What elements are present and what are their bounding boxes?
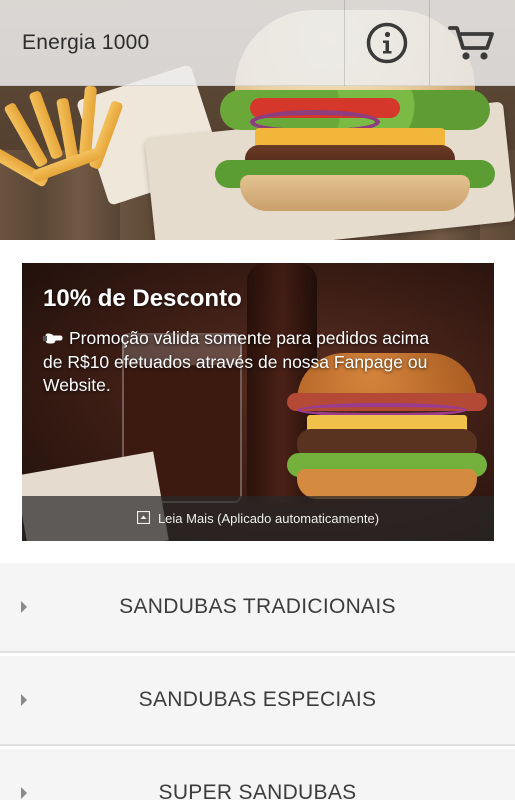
read-more-label: Leia Mais (Aplicado automaticamente) xyxy=(157,511,380,526)
fries xyxy=(0,85,140,200)
category-sandubas-tradicionais[interactable]: SANDUBAS TRADICIONAIS xyxy=(0,563,515,653)
expand-icon xyxy=(136,510,151,527)
category-super-sandubas[interactable]: SUPER SANDUBAS xyxy=(0,749,515,800)
category-list: SANDUBAS TRADICIONAIS SANDUBAS ESPECIAIS… xyxy=(0,563,515,800)
info-icon xyxy=(366,22,408,64)
read-more-button[interactable]: Leia Mais (Aplicado automaticamente) xyxy=(22,496,494,541)
category-sandubas-especiais[interactable]: SANDUBAS ESPECIAIS xyxy=(0,656,515,746)
category-label: SANDUBAS TRADICIONAIS xyxy=(119,595,396,618)
promo-title: 10% de Desconto xyxy=(43,285,242,312)
app-bar: Energia 1000 xyxy=(0,0,515,86)
app-title: Energia 1000 xyxy=(22,31,150,54)
promo-description-text: Promoção válida somente para pedidos aci… xyxy=(43,328,429,395)
info-button[interactable] xyxy=(345,0,429,86)
promo-description: Promoção válida somente para pedidos aci… xyxy=(43,327,453,397)
cart-button[interactable] xyxy=(430,0,514,86)
app-screen: Energia 1000 10% de Desconto Promoção vá… xyxy=(0,0,515,800)
category-label: SANDUBAS ESPECIAIS xyxy=(138,688,377,711)
pointing-hand-icon xyxy=(43,328,63,351)
cart-icon xyxy=(447,22,497,64)
promo-card[interactable]: 10% de Desconto Promoção válida somente … xyxy=(22,263,494,541)
category-label: SUPER SANDUBAS xyxy=(158,781,357,800)
